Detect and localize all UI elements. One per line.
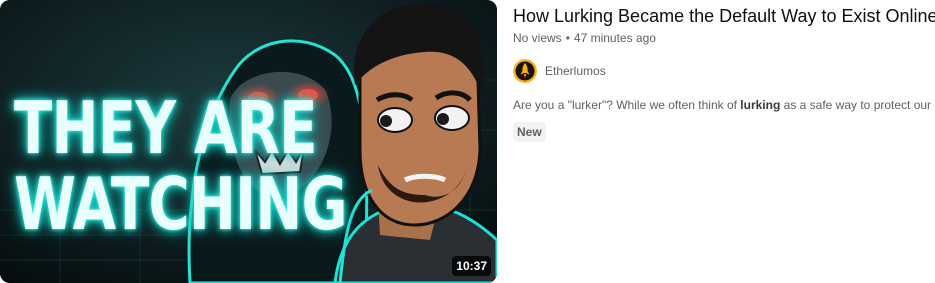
thumbnail-text-line2: WATCHING [14,162,348,246]
view-count: No views [513,31,562,45]
description-highlight: lurking [740,98,781,112]
channel-avatar[interactable] [513,59,537,83]
video-metadata: No views • 47 minutes ago [513,29,656,47]
video-description-snippet: Are you a "lurker"? While we often think… [513,96,935,114]
video-details: How Lurking Became the Default Way to Ex… [513,0,935,283]
video-thumbnail[interactable]: THEY ARE WATCHING 10:37 [0,0,497,283]
description-text-start: Are you a "lurker"? While we often think… [513,98,741,112]
upload-age: 47 minutes ago [573,31,656,45]
description-text-end: as a safe way to protect our p [780,98,935,112]
video-result: THEY ARE WATCHING 10:37 How Lurking Beca… [0,0,935,283]
meta-separator: • [565,31,570,45]
new-badge: New [513,122,546,142]
video-title[interactable]: How Lurking Became the Default Way to Ex… [513,3,935,29]
rocket-icon [513,59,537,83]
thumbnail-text-line1: THEY ARE [14,86,318,170]
duration-badge: 10:37 [452,256,491,276]
channel-name[interactable]: Etherlumos [545,64,606,78]
channel-link[interactable]: Etherlumos [513,58,606,84]
